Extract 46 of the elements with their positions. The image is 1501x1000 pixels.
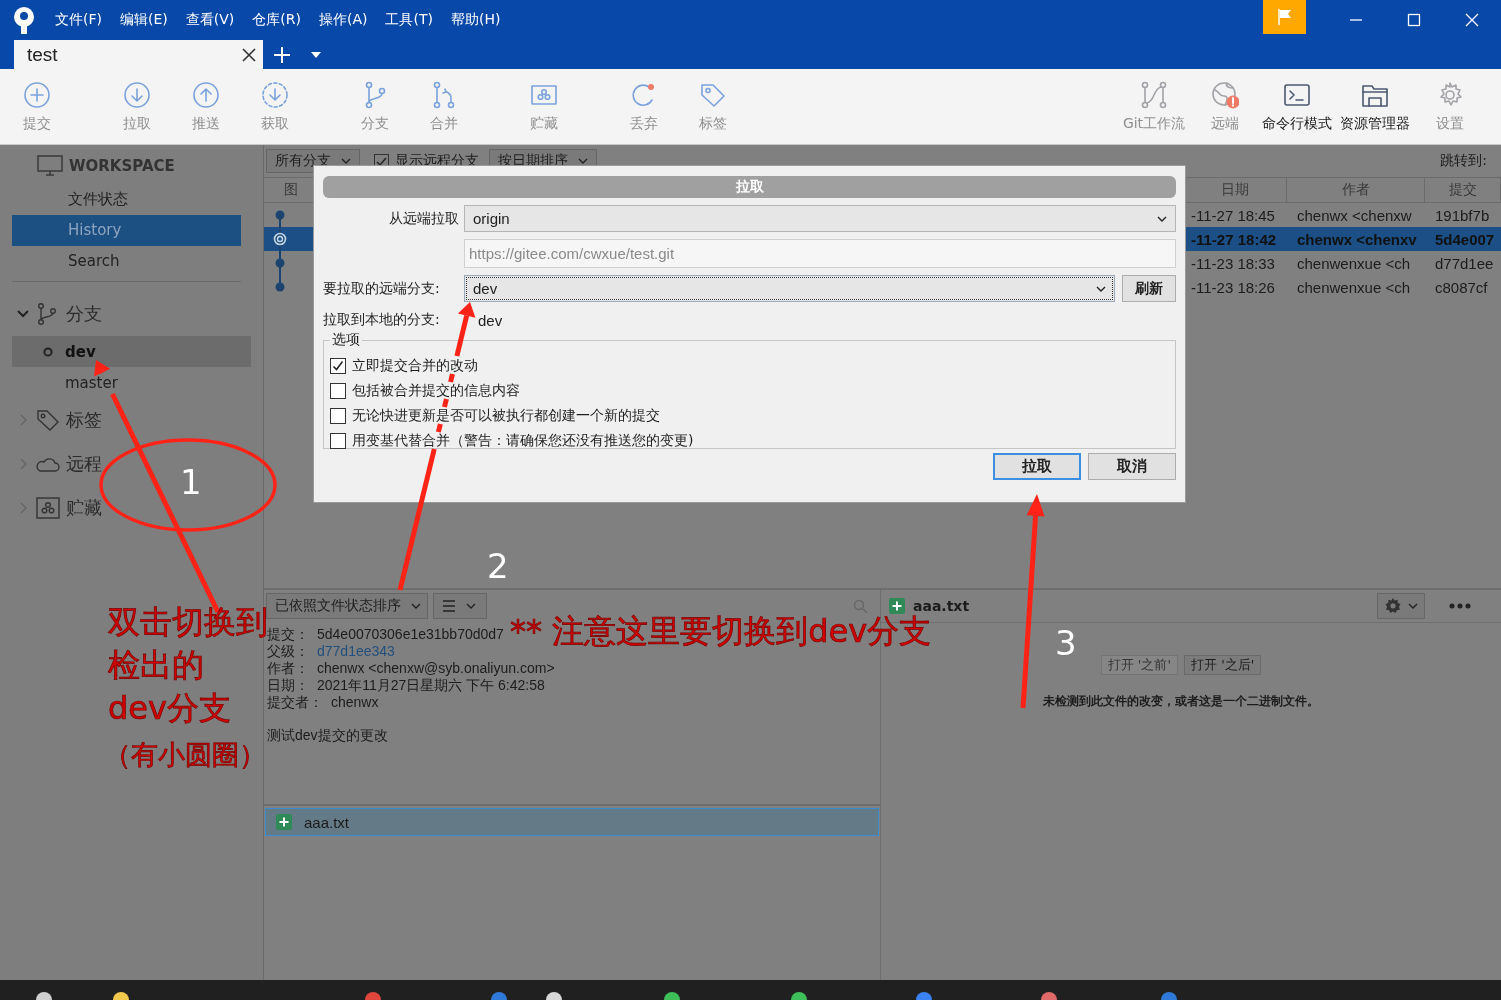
field-label: 要拉取的远端分支: — [323, 279, 441, 298]
group-title: 选项 — [331, 331, 361, 349]
annotation-note: （有小圆圈） — [104, 738, 266, 772]
field-label: 提交： — [267, 626, 309, 643]
date-cell-text: -11-23 18:33 — [1190, 254, 1276, 272]
tab-title: test — [27, 43, 58, 66]
commit-cell-text: 5d4e007 — [1434, 230, 1496, 248]
commit-cell-text: c8087cf — [1434, 278, 1489, 296]
checkbox-label: 立即提交合并的改动 — [352, 356, 478, 375]
commit-cell-text: 191bf7b — [1434, 206, 1491, 224]
author-cell-text: chenwenxue <ch — [1296, 254, 1411, 272]
author-cell-text: chenwx <chenxw — [1296, 206, 1413, 224]
date-cell-text: -11-23 18:26 — [1190, 278, 1276, 296]
date-cell-text: -11-27 18:42 — [1190, 230, 1278, 248]
jump-label: 跳转到: — [1440, 152, 1487, 170]
field-label: 拉取到本地的分支: — [323, 311, 441, 329]
diff-message: 未检测到此文件的改变，或者这是一个二进制文件。 — [1042, 693, 1320, 710]
annotation-note: 双击切换到 — [108, 604, 268, 640]
field-value: chenwx — [331, 694, 379, 711]
field-label: 从远端拉取 — [388, 209, 460, 228]
field-label: 提交者： — [267, 694, 323, 711]
annotation-note: dev分支 — [108, 690, 231, 726]
field-value: dev — [477, 311, 503, 329]
commit-message: 测试dev提交的更改 — [267, 727, 389, 744]
author-cell-text: chenwenxue <ch — [1296, 278, 1411, 296]
field-value: 5d4e0070306e1e31bb70d0d7 — [317, 626, 504, 643]
file-name: aaa.txt — [913, 598, 970, 614]
step-number: 1 — [180, 462, 202, 502]
field-label: 父级： — [267, 643, 309, 660]
field-value: chenwx <chenxw@syb.onaliyun.com> — [317, 660, 555, 677]
checkbox-label: 无论快进更新是否可以被执行都创建一个新的提交 — [352, 406, 660, 425]
field-label: 日期： — [267, 677, 309, 694]
annotation-note: ** 注意这里要切换到dev分支 — [510, 613, 932, 649]
file-name: aaa.txt — [304, 813, 350, 831]
field-value: 2021年11月27日星期六 下午 6:42:58 — [317, 677, 545, 694]
step-number: 3 — [1055, 623, 1077, 663]
section-title: WORKSPACE — [69, 157, 175, 175]
annotation-note: 检出的 — [108, 647, 204, 683]
dialog-title: 拉取 — [323, 176, 1176, 198]
commit-cell-text: d77d1ee — [1434, 254, 1495, 272]
step-number: 2 — [487, 546, 509, 586]
field-label: 作者： — [267, 660, 309, 677]
checkbox-label: 包括被合并提交的信息内容 — [352, 381, 520, 400]
checkbox-label: 用变基代替合并（警告：请确保您还没有推送您的变更) — [352, 431, 694, 450]
author-cell-text: chenwx <chenxv — [1296, 230, 1418, 248]
date-cell-text: -11-27 18:45 — [1190, 206, 1276, 224]
